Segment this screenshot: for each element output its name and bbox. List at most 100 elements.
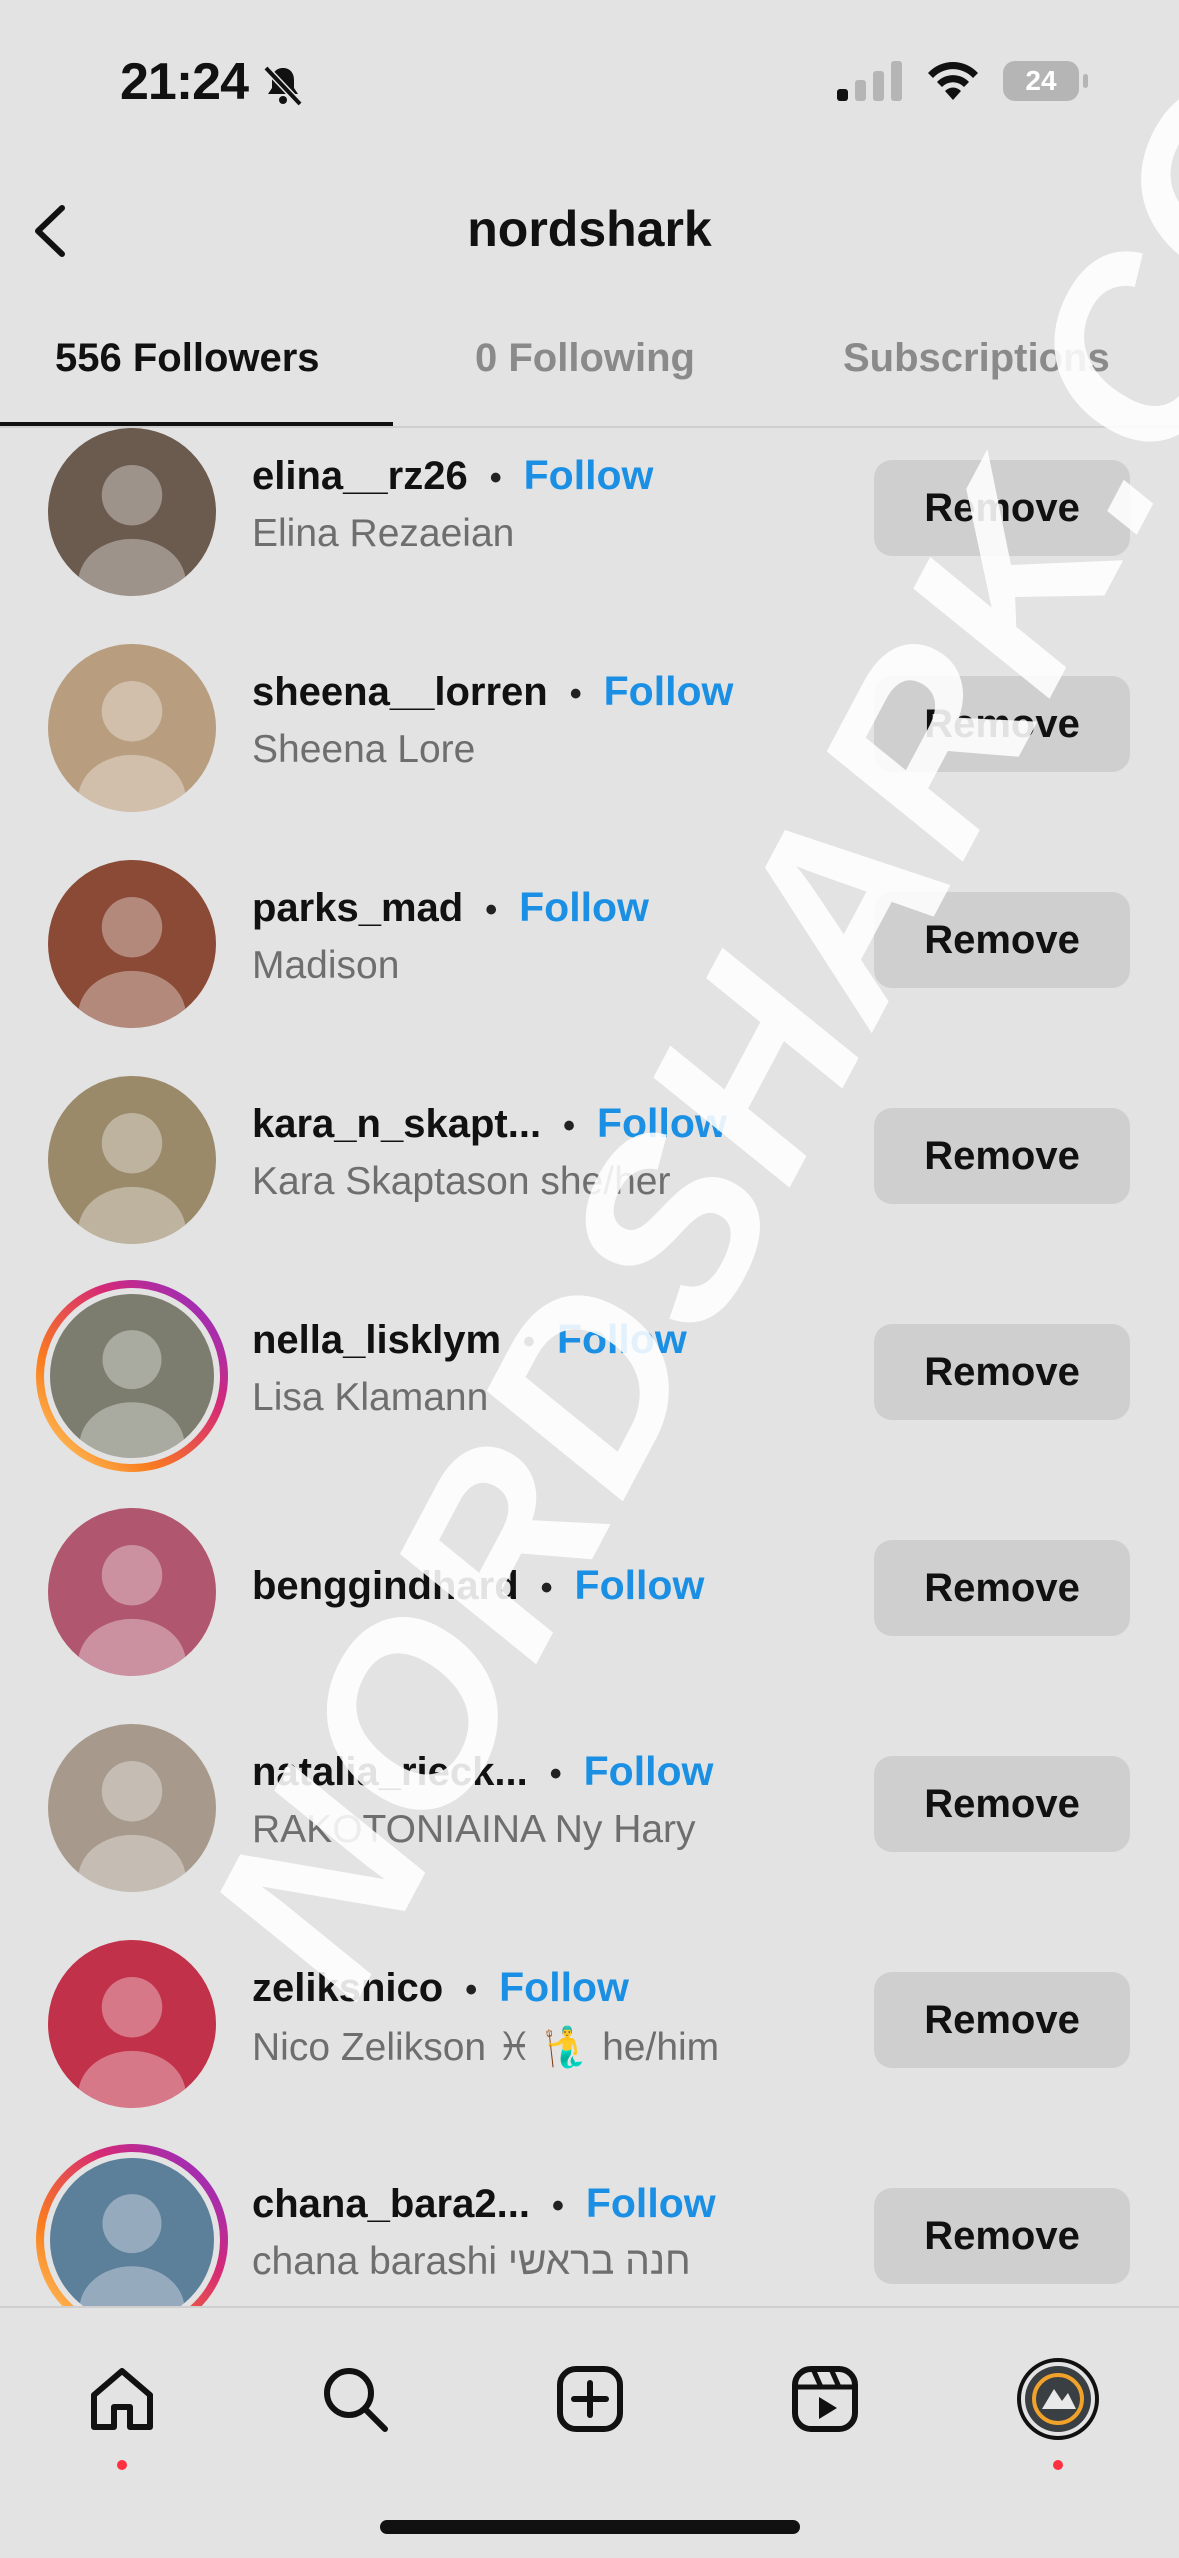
follower-row[interactable]: benggindhard • Follow Remove	[0, 1508, 1179, 1724]
follower-fullname: Kara Skaptason she/her	[252, 1160, 671, 1203]
reels-icon	[792, 2366, 858, 2432]
nav-search[interactable]	[310, 2354, 400, 2444]
person-silhouette-icon	[78, 1760, 186, 1892]
follow-link[interactable]: Follow	[519, 884, 649, 930]
follower-username[interactable]: benggindhard	[252, 1564, 519, 1608]
separator-dot: •	[523, 1322, 535, 1361]
avatar[interactable]	[48, 1508, 216, 1676]
remove-button[interactable]: Remove	[874, 1324, 1130, 1420]
avatar[interactable]	[48, 1076, 216, 1244]
follower-username[interactable]: nella_lisklym	[252, 1318, 501, 1362]
story-ring[interactable]	[36, 1280, 228, 1472]
remove-button[interactable]: Remove	[874, 2188, 1130, 2284]
follower-row[interactable]: elina__rz26 • Follow Elina Rezaeian Remove	[0, 428, 1179, 644]
follower-username-line: natalia_rieck... • Follow	[252, 1748, 713, 1795]
avatar[interactable]	[48, 1724, 216, 1892]
remove-button[interactable]: Remove	[874, 1540, 1130, 1636]
avatar-ring[interactable]	[48, 860, 216, 1028]
follow-link[interactable]: Follow	[584, 1748, 714, 1794]
home-icon	[91, 2368, 153, 2430]
separator-dot: •	[551, 2186, 564, 2225]
avatar-ring[interactable]	[48, 1940, 216, 2108]
avatar[interactable]	[48, 1940, 216, 2108]
profile-avatar	[1017, 2358, 1099, 2440]
avatar-ring[interactable]	[48, 644, 216, 812]
person-silhouette-icon	[78, 1976, 186, 2108]
follow-link[interactable]: Follow	[575, 1562, 705, 1608]
separator-dot: •	[549, 1754, 562, 1793]
remove-button[interactable]: Remove	[874, 1108, 1130, 1204]
avatar-ring[interactable]	[48, 428, 216, 596]
follower-fullname: Elina Rezaeian	[252, 512, 515, 555]
follower-username-line: zeliksnico • Follow	[252, 1964, 629, 2011]
notification-dot	[1053, 2460, 1063, 2470]
follow-link[interactable]: Follow	[604, 668, 734, 714]
avatar[interactable]	[44, 2152, 220, 2306]
remove-button[interactable]: Remove	[874, 460, 1130, 556]
nav-profile[interactable]	[1013, 2354, 1103, 2470]
avatar[interactable]	[44, 1288, 220, 1464]
follower-username-line: kara_n_skapt... • Follow	[252, 1100, 727, 1147]
follower-fullname: Madison	[252, 944, 400, 987]
followers-list[interactable]: elina__rz26 • Follow Elina Rezaeian Remove…	[0, 428, 1179, 2306]
follower-fullname: RAKOTONIAINA Ny Hary	[252, 1808, 696, 1851]
remove-button[interactable]: Remove	[874, 1972, 1130, 2068]
follower-username[interactable]: parks_mad	[252, 886, 463, 930]
tab-followers[interactable]: 556 Followers	[55, 336, 320, 381]
follower-username-line: nella_lisklym • Follow	[252, 1316, 687, 1363]
follower-username[interactable]: kara_n_skapt...	[252, 1102, 541, 1146]
follower-row[interactable]: natalia_rieck... • Follow RAKOTONIAINA Ny …	[0, 1724, 1179, 1940]
bottom-nav	[0, 2306, 1179, 2558]
person-silhouette-icon	[78, 1112, 186, 1244]
avatar-ring[interactable]	[48, 1724, 216, 1892]
story-ring[interactable]	[36, 2144, 228, 2306]
follower-row[interactable]: kara_n_skapt... • Follow Kara Skaptason sh…	[0, 1076, 1179, 1292]
remove-button[interactable]: Remove	[874, 1756, 1130, 1852]
tab-following[interactable]: 0 Following	[475, 336, 695, 381]
follower-username-line: parks_mad • Follow	[252, 884, 649, 931]
separator-dot: •	[485, 890, 498, 929]
home-indicator	[380, 2520, 800, 2534]
follow-link[interactable]: Follow	[499, 1964, 629, 2010]
follow-link[interactable]: Follow	[524, 452, 654, 498]
tab-subscriptions[interactable]: Subscriptions	[843, 336, 1110, 381]
follower-row[interactable]: nella_lisklym • Follow Lisa Klamann Remove	[0, 1280, 1179, 1508]
nav-reels[interactable]	[780, 2354, 870, 2444]
avatar[interactable]	[48, 860, 216, 1028]
avatar-ring[interactable]	[48, 1076, 216, 1244]
remove-button[interactable]: Remove	[874, 892, 1130, 988]
person-silhouette-icon	[78, 1544, 186, 1676]
follower-fullname: Lisa Klamann	[252, 1376, 489, 1419]
person-silhouette-icon	[79, 2194, 185, 2306]
follower-username-line: elina__rz26 • Follow	[252, 452, 653, 499]
follow-link[interactable]: Follow	[597, 1100, 727, 1146]
follower-username[interactable]: natalia_rieck...	[252, 1750, 528, 1794]
cellular-signal-icon	[837, 61, 902, 101]
follower-fullname: Nico Zelikson ♓ 🧜‍♂️ he/him	[252, 2026, 720, 2069]
follower-username[interactable]: sheena__lorren	[252, 670, 548, 714]
separator-dot: •	[569, 674, 582, 713]
person-silhouette-icon	[78, 896, 186, 1028]
follower-username[interactable]: zeliksnico	[252, 1966, 443, 2010]
avatar-ring[interactable]	[48, 1508, 216, 1676]
follower-row[interactable]: zeliksnico • Follow Nico Zelikson ♓ 🧜‍♂️ h…	[0, 1940, 1179, 2156]
separator-dot: •	[489, 458, 502, 497]
avatar[interactable]	[48, 428, 216, 596]
avatar[interactable]	[48, 644, 216, 812]
nav-home[interactable]	[77, 2354, 167, 2470]
follower-username[interactable]: elina__rz26	[252, 454, 468, 498]
follower-row[interactable]: chana_bara2... • Follow chana barashi חנה …	[0, 2144, 1179, 2306]
active-tab-indicator	[0, 422, 393, 426]
bell-muted-icon	[263, 65, 303, 107]
follow-link[interactable]: Follow	[586, 2180, 716, 2226]
status-time: 21:24	[120, 53, 249, 111]
follow-link[interactable]: Follow	[557, 1316, 687, 1362]
follower-username[interactable]: chana_bara2...	[252, 2182, 530, 2226]
separator-dot: •	[465, 1970, 478, 2009]
nav-create[interactable]	[545, 2354, 635, 2444]
remove-button[interactable]: Remove	[874, 676, 1130, 772]
follower-row[interactable]: parks_mad • Follow Madison Remove	[0, 860, 1179, 1076]
follower-row[interactable]: sheena__lorren • Follow Sheena Lore Remove	[0, 644, 1179, 860]
follower-username-line: chana_bara2... • Follow	[252, 2180, 716, 2227]
follower-username-line: sheena__lorren • Follow	[252, 668, 733, 715]
